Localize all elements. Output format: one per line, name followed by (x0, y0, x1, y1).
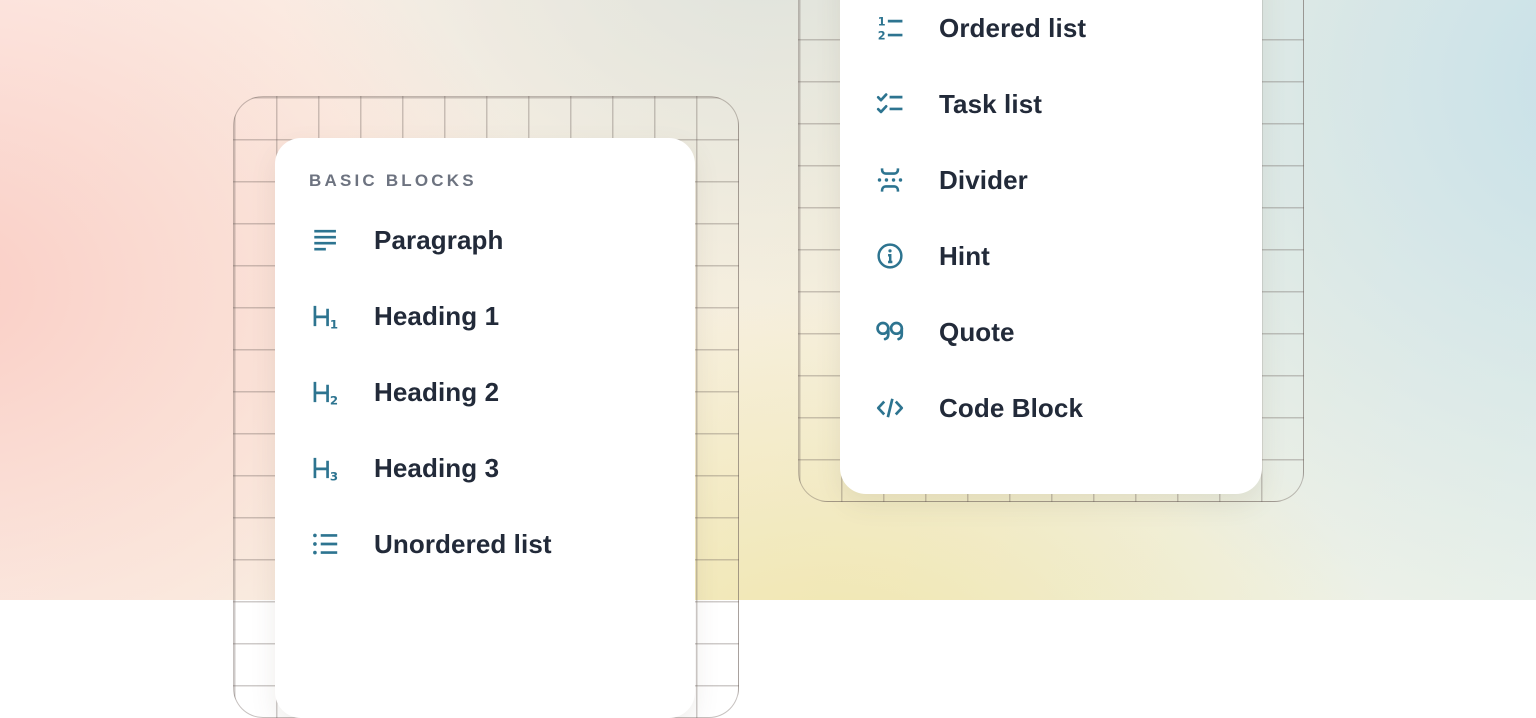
menu-item-label: Divider (939, 165, 1028, 196)
menu-item-hint[interactable]: Hint (840, 218, 1262, 294)
menu-item-code-block[interactable]: Code Block (840, 370, 1262, 446)
code-block-icon (875, 393, 905, 423)
menu-item-label: Unordered list (374, 529, 552, 560)
menu-item-ordered-list[interactable]: 12 Ordered list (840, 0, 1262, 66)
menu-item-label: Paragraph (374, 225, 504, 256)
svg-text:2: 2 (330, 393, 338, 407)
svg-text:3: 3 (330, 469, 338, 483)
menu-item-label: Ordered list (939, 13, 1086, 44)
hint-icon (875, 241, 905, 271)
task-list-icon (875, 89, 905, 119)
menu-item-divider[interactable]: Divider (840, 142, 1262, 218)
svg-text:2: 2 (878, 29, 886, 42)
menu-item-label: Heading 1 (374, 301, 499, 332)
menu-item-heading-2[interactable]: 2 Heading 2 (275, 354, 695, 430)
heading-3-icon: 3 (310, 453, 340, 483)
menu-item-task-list[interactable]: Task list (840, 66, 1262, 142)
menu-item-heading-1[interactable]: 1 Heading 1 (275, 278, 695, 354)
unordered-list-icon (310, 529, 340, 559)
svg-text:1: 1 (330, 317, 338, 331)
menu-item-label: Hint (939, 241, 990, 272)
menu-item-label: Quote (939, 317, 1015, 348)
ordered-list-icon: 12 (875, 13, 905, 43)
section-label: BASIC BLOCKS (309, 171, 695, 191)
menu-item-unordered-list[interactable]: Unordered list (275, 506, 695, 582)
basic-blocks-menu: BASIC BLOCKS Paragraph 1 Heading 1 2 Heading… (275, 138, 695, 718)
advanced-blocks-menu: 12 Ordered list Task list Divider Hint Quote C… (840, 0, 1262, 494)
heading-2-icon: 2 (310, 377, 340, 407)
paragraph-icon (310, 225, 340, 255)
divider-icon (875, 165, 905, 195)
svg-text:1: 1 (878, 15, 886, 28)
menu-item-label: Task list (939, 89, 1042, 120)
menu-item-label: Heading 3 (374, 453, 499, 484)
menu-item-label: Code Block (939, 393, 1083, 424)
menu-item-quote[interactable]: Quote (840, 294, 1262, 370)
menu-item-heading-3[interactable]: 3 Heading 3 (275, 430, 695, 506)
menu-item-paragraph[interactable]: Paragraph (275, 202, 695, 278)
gradient-background: BASIC BLOCKS Paragraph 1 Heading 1 2 Heading… (0, 0, 1536, 600)
quote-icon (875, 317, 905, 347)
menu-item-label: Heading 2 (374, 377, 499, 408)
heading-1-icon: 1 (310, 301, 340, 331)
